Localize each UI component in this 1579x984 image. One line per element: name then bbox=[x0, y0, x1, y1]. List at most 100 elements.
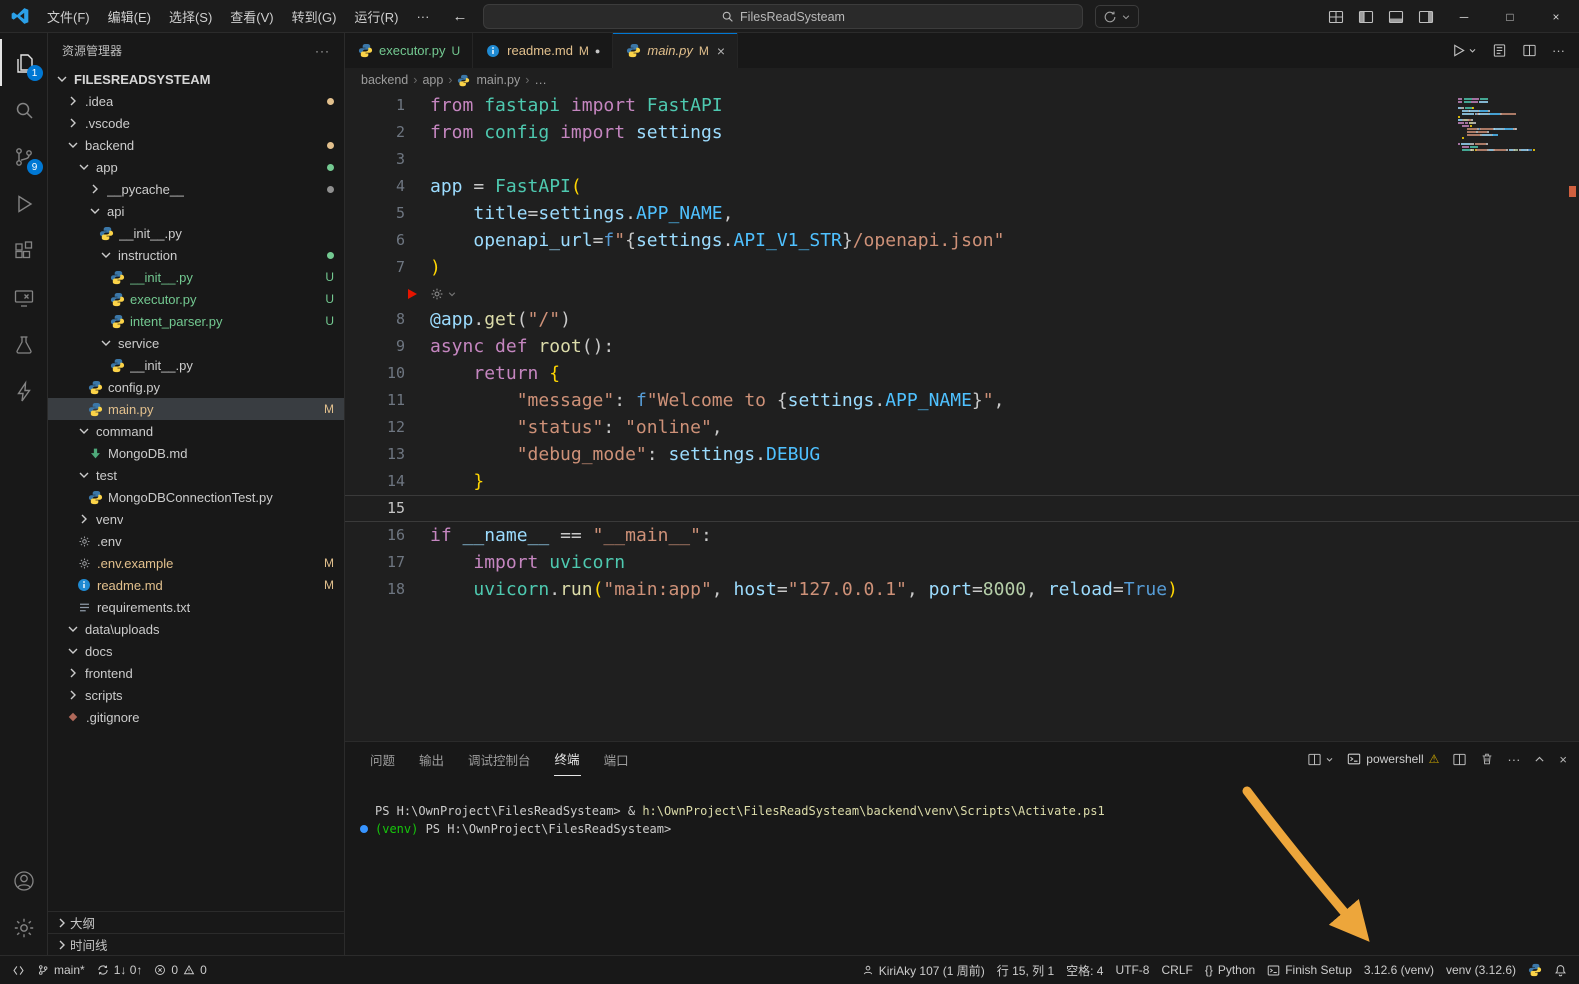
code-line-5[interactable]: 5 title=settings.APP_NAME, bbox=[345, 200, 1579, 227]
notebook-action-icon[interactable] bbox=[1492, 43, 1507, 58]
sync-status[interactable]: 1↓ 0↑ bbox=[91, 956, 149, 984]
close-tab-icon[interactable]: × bbox=[717, 43, 725, 59]
tree-folder-__pycache__[interactable]: __pycache__ bbox=[48, 178, 344, 200]
code-line-7[interactable]: 7) bbox=[345, 254, 1579, 281]
cursor-position-status[interactable]: 行 15, 列 1 bbox=[991, 956, 1060, 984]
breadcrumb-item[interactable]: backend bbox=[361, 73, 408, 87]
tree-file-.gitignore[interactable]: .gitignore bbox=[48, 706, 344, 728]
toggle-primary-sidebar-icon[interactable] bbox=[1351, 0, 1381, 33]
python-extension-status[interactable] bbox=[1522, 956, 1548, 984]
command-decoration-dot[interactable] bbox=[360, 825, 368, 833]
code-line-4[interactable]: 4app = FastAPI( bbox=[345, 173, 1579, 200]
tree-file-.env[interactable]: .env bbox=[48, 530, 344, 552]
tree-file-MongoDB.md[interactable]: MongoDB.md bbox=[48, 442, 344, 464]
tab-main.py[interactable]: main.pyM× bbox=[613, 33, 738, 68]
code-editor[interactable]: 1from fastapi import FastAPI2from config… bbox=[345, 92, 1579, 741]
code-line-11[interactable]: 11 "message": f"Welcome to {settings.APP… bbox=[345, 387, 1579, 414]
close-window-button[interactable]: × bbox=[1533, 0, 1579, 33]
code-line-2[interactable]: 2from config import settings bbox=[345, 119, 1579, 146]
timeline-section[interactable]: 时间线 bbox=[48, 933, 344, 955]
gear-icon[interactable] bbox=[430, 287, 444, 301]
code-line-17[interactable]: 17 import uvicorn bbox=[345, 549, 1579, 576]
tree-folder-command[interactable]: command bbox=[48, 420, 344, 442]
tree-file-config.py[interactable]: config.py bbox=[48, 376, 344, 398]
tree-folder-instruction[interactable]: instruction bbox=[48, 244, 344, 266]
tree-file-.env.example[interactable]: .env.exampleM bbox=[48, 552, 344, 574]
search-view-icon[interactable] bbox=[0, 86, 48, 133]
code-line-18[interactable]: 18 uvicorn.run("main:app", host="127.0.0… bbox=[345, 576, 1579, 603]
maximize-panel-icon[interactable] bbox=[1533, 753, 1546, 766]
menu-more[interactable]: ··· bbox=[407, 0, 438, 32]
git-blame-status[interactable]: KiriAky 107 (1 周前) bbox=[856, 956, 991, 984]
tree-folder-scripts[interactable]: scripts bbox=[48, 684, 344, 706]
code-line-1[interactable]: 1from fastapi import FastAPI bbox=[345, 92, 1579, 119]
tree-folder-.vscode[interactable]: .vscode bbox=[48, 112, 344, 134]
tree-folder-service[interactable]: service bbox=[48, 332, 344, 354]
tab-readme.md[interactable]: readme.mdM● bbox=[473, 33, 613, 68]
finish-setup-status[interactable]: Finish Setup bbox=[1261, 956, 1358, 984]
settings-gear-icon[interactable] bbox=[0, 904, 48, 951]
tree-file-MongoDBConnectionTest.py[interactable]: MongoDBConnectionTest.py bbox=[48, 486, 344, 508]
tree-file-intent_parser.py[interactable]: intent_parser.pyU bbox=[48, 310, 344, 332]
account-icon[interactable] bbox=[0, 857, 48, 904]
tree-folder-test[interactable]: test bbox=[48, 464, 344, 486]
split-terminal-icon[interactable] bbox=[1452, 752, 1467, 767]
code-line-6[interactable]: 6 openapi_url=f"{settings.API_V1_STR}/op… bbox=[345, 227, 1579, 254]
breadcrumb-item[interactable]: … bbox=[534, 73, 547, 87]
language-mode-status[interactable]: {} Python bbox=[1199, 956, 1261, 984]
remote-explorer-icon[interactable] bbox=[0, 274, 48, 321]
panel-tab-终端[interactable]: 终端 bbox=[554, 742, 581, 776]
tree-folder-api[interactable]: api bbox=[48, 200, 344, 222]
notifications-bell[interactable] bbox=[1548, 956, 1573, 984]
tree-folder-backend[interactable]: backend bbox=[48, 134, 344, 156]
tree-file-requirements.txt[interactable]: requirements.txt bbox=[48, 596, 344, 618]
tree-folder-frontend[interactable]: frontend bbox=[48, 662, 344, 684]
sidebar-more-actions[interactable]: ··· bbox=[315, 44, 330, 58]
unsaved-dot[interactable]: ● bbox=[595, 46, 600, 56]
run-python-button[interactable] bbox=[1451, 43, 1477, 58]
menu-编辑(E)[interactable]: 编辑(E) bbox=[99, 0, 160, 32]
indentation-status[interactable]: 空格: 4 bbox=[1060, 956, 1109, 984]
tree-folder-data\uploads[interactable]: data\uploads bbox=[48, 618, 344, 640]
remote-indicator[interactable] bbox=[6, 956, 31, 984]
minimize-button[interactable]: ─ bbox=[1441, 0, 1487, 33]
breakpoint-marker[interactable] bbox=[408, 289, 417, 299]
custom-extension-icon[interactable] bbox=[0, 368, 48, 415]
breadcrumb[interactable]: backend › app › main.py › … bbox=[345, 68, 1579, 92]
tree-folder-.idea[interactable]: .idea bbox=[48, 90, 344, 112]
tab-executor.py[interactable]: executor.pyU bbox=[345, 33, 473, 68]
panel-tab-问题[interactable]: 问题 bbox=[369, 743, 396, 776]
tree-file-readme.md[interactable]: readme.mdM bbox=[48, 574, 344, 596]
toggle-panel-icon[interactable] bbox=[1381, 0, 1411, 33]
maximize-button[interactable]: □ bbox=[1487, 0, 1533, 33]
run-debug-icon[interactable] bbox=[0, 180, 48, 227]
command-center-search[interactable]: FilesReadSysteam bbox=[483, 4, 1083, 29]
terminal-content[interactable]: PS H:\OwnProject\FilesReadSysteam> & h:\… bbox=[345, 776, 1579, 955]
panel-tab-调试控制台[interactable]: 调试控制台 bbox=[467, 743, 532, 776]
tree-file-main.py[interactable]: main.pyM bbox=[48, 398, 344, 420]
split-editor-icon[interactable] bbox=[1522, 43, 1537, 58]
code-line-3[interactable]: 3 bbox=[345, 146, 1579, 173]
tree-folder-app[interactable]: app bbox=[48, 156, 344, 178]
tree-folder-venv[interactable]: venv bbox=[48, 508, 344, 530]
tree-file-__init__.py[interactable]: __init__.py bbox=[48, 222, 344, 244]
menu-文件(F)[interactable]: 文件(F) bbox=[38, 0, 99, 32]
git-branch-status[interactable]: main* bbox=[31, 956, 91, 984]
customize-layout-icon[interactable] bbox=[1321, 0, 1351, 33]
tree-file-executor.py[interactable]: executor.pyU bbox=[48, 288, 344, 310]
outline-section[interactable]: 大纲 bbox=[48, 911, 344, 933]
terminal-instance[interactable]: powershell ⚠ bbox=[1347, 752, 1439, 766]
code-line-9[interactable]: 9async def root(): bbox=[345, 333, 1579, 360]
tree-folder-docs[interactable]: docs bbox=[48, 640, 344, 662]
kill-terminal-icon[interactable] bbox=[1480, 752, 1494, 766]
tree-file-__init__.py[interactable]: __init__.py bbox=[48, 354, 344, 376]
menu-运行(R)[interactable]: 运行(R) bbox=[345, 0, 407, 32]
code-line-8[interactable]: 8@app.get("/") bbox=[345, 306, 1579, 333]
encoding-status[interactable]: UTF-8 bbox=[1109, 956, 1155, 984]
problems-status[interactable]: 0 0 bbox=[148, 956, 212, 984]
python-interpreter-status[interactable]: 3.12.6 (venv) bbox=[1358, 956, 1440, 984]
code-line-16[interactable]: 16if __name__ == "__main__": bbox=[345, 522, 1579, 549]
code-line-13[interactable]: 13 "debug_mode": settings.DEBUG bbox=[345, 441, 1579, 468]
code-line-10[interactable]: 10 return { bbox=[345, 360, 1579, 387]
back-arrow-button[interactable]: ← bbox=[452, 8, 467, 25]
